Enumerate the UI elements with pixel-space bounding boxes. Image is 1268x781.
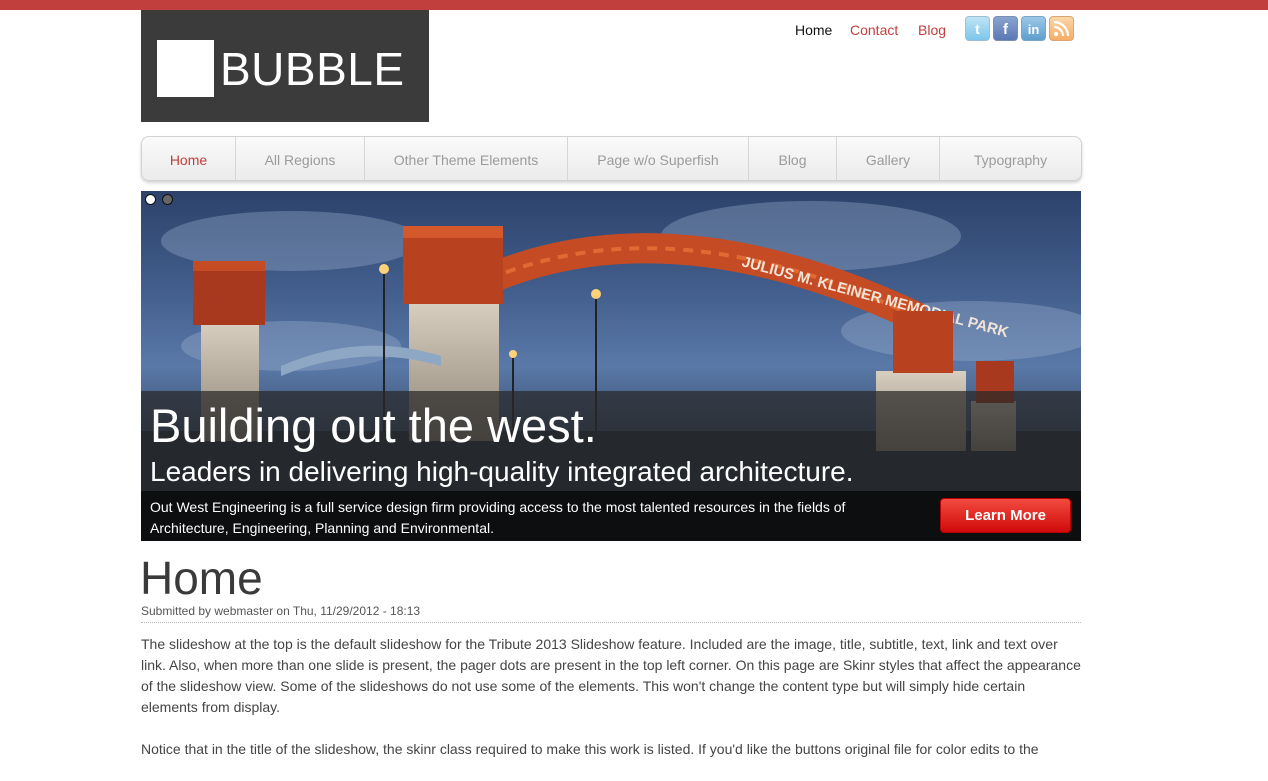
pager-dot-active[interactable] [145, 194, 156, 205]
top-link-home[interactable]: Home [795, 22, 832, 38]
top-accent-bar [0, 0, 1268, 10]
paragraph: Notice that in the title of the slidesho… [141, 741, 1039, 757]
main-nav: Home All Regions Other Theme Elements Pa… [141, 136, 1082, 181]
slideshow: JULIUS M. KLEINER MEMORIAL PARK Building… [141, 191, 1081, 541]
slide-text: Out West Engineering is a full service d… [150, 499, 846, 536]
nav-item-other-theme-elements[interactable]: Other Theme Elements [365, 137, 568, 180]
logo-text: BUBBLE [220, 43, 405, 95]
pager-dot[interactable] [162, 194, 173, 205]
nav-item-gallery[interactable]: Gallery [837, 137, 940, 180]
logo-square [157, 40, 214, 97]
learn-more-button[interactable]: Learn More [940, 498, 1071, 533]
slide-title: Building out the west. [150, 399, 597, 452]
twitter-icon[interactable]: t [965, 16, 990, 41]
nav-item-home[interactable]: Home [142, 137, 236, 180]
arch-sign-text: JULIUS M. KLEINER MEMORIAL PARK [740, 253, 1010, 341]
submitted-info: Submitted by webmaster on Thu, 11/29/201… [141, 604, 421, 618]
nav-item-typography[interactable]: Typography [940, 137, 1081, 180]
linkedin-icon[interactable]: in [1021, 16, 1046, 41]
rss-icon[interactable] [1049, 16, 1074, 41]
top-link-contact[interactable]: Contact [850, 22, 898, 38]
paragraph: The slideshow at the top is the default … [141, 636, 1081, 715]
nav-item-blog[interactable]: Blog [749, 137, 837, 180]
top-link-blog[interactable]: Blog [918, 22, 946, 38]
site-logo[interactable]: BUBBLE [141, 10, 429, 122]
facebook-icon[interactable]: f [993, 16, 1018, 41]
divider [141, 622, 1081, 623]
article-body: The slideshow at the top is the default … [141, 634, 1081, 781]
slide-subtitle: Leaders in delivering high-quality integ… [150, 456, 854, 487]
nav-item-page-without-superfish[interactable]: Page w/o Superfish [568, 137, 749, 180]
nav-item-all-regions[interactable]: All Regions [236, 137, 365, 180]
page-title: Home [140, 552, 263, 604]
